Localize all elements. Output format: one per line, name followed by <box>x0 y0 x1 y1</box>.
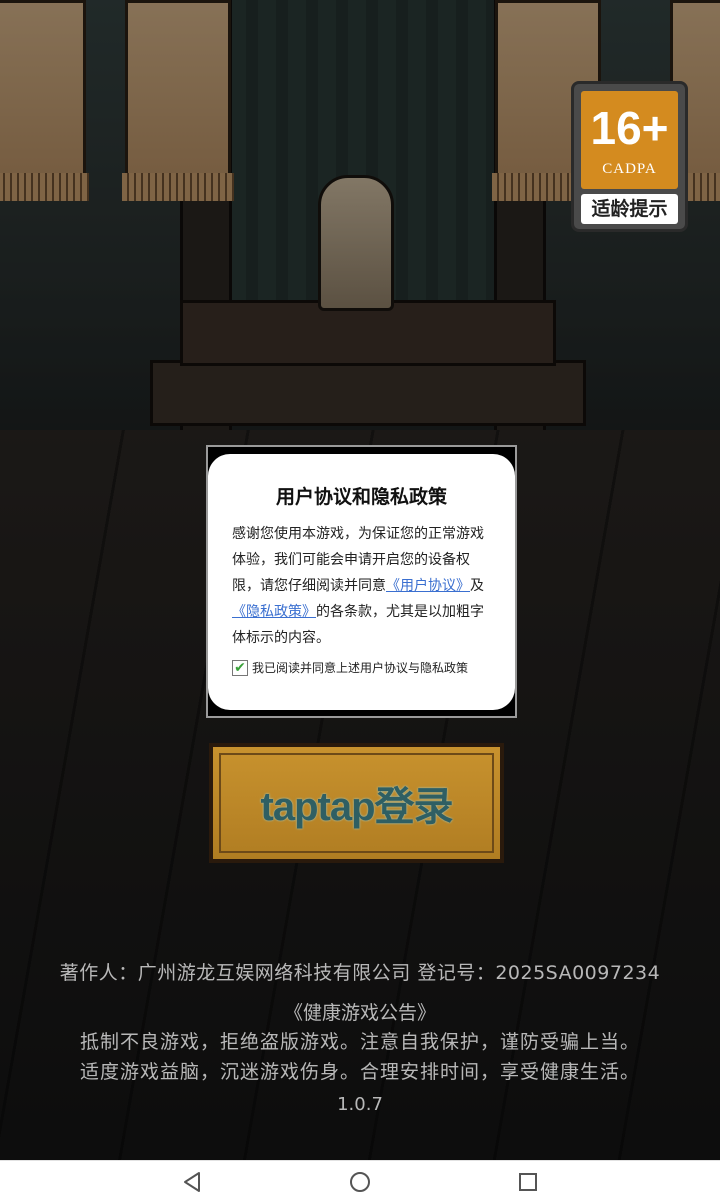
back-triangle-icon <box>184 1172 200 1192</box>
login-button-label: taptap登录 <box>260 785 454 829</box>
age-rating-org: CADPA <box>602 161 657 177</box>
system-navigation-bar <box>0 1160 720 1201</box>
agree-checkbox-label[interactable]: 我已阅读并同意上述用户协议与隐私政策 <box>252 659 468 676</box>
agree-checkbox[interactable]: ✔ <box>232 659 248 676</box>
copyright-credit: 著作人：广州游龙互娱网络科技有限公司 登记号：2025SA0097234 <box>59 962 661 984</box>
agreement-dialog: 用户协议和隐私政策 感谢您使用本游戏，为保证您的正常游戏体验，我们可能会申请开启… <box>208 454 515 710</box>
recent-square-icon <box>519 1173 537 1191</box>
taptap-login-button[interactable]: taptap登录 <box>209 743 504 863</box>
home-circle-icon <box>350 1172 370 1192</box>
health-notice-line-2: 适度游戏益脑，沉迷游戏伤身。合理安排时间，享受健康生活。 <box>79 1061 640 1083</box>
age-rating-label: 适龄提示 <box>581 194 678 224</box>
version-label: 1.0.7 <box>337 1094 383 1115</box>
agree-row[interactable]: ✔ 我已阅读并同意上述用户协议与隐私政策 <box>232 659 491 676</box>
checkmark-icon: ✔ <box>234 659 246 676</box>
dialog-and-text: 及 <box>470 578 484 594</box>
dialog-title: 用户协议和隐私政策 <box>275 486 447 508</box>
home-button[interactable] <box>349 1171 371 1193</box>
privacy-policy-link[interactable]: 《隐私政策》 <box>232 604 316 620</box>
health-notice-title: 《健康游戏公告》 <box>283 1002 436 1024</box>
health-notice-line-1: 抵制不良游戏，拒绝盗版游戏。注意自我保护，谨防受骗上当。 <box>79 1031 640 1053</box>
recent-apps-button[interactable] <box>517 1171 539 1193</box>
back-button[interactable] <box>181 1171 203 1193</box>
dialog-body: 感谢您使用本游戏，为保证您的正常游戏体验，我们可能会申请开启您的设备权限，请您仔… <box>232 521 491 651</box>
age-rating-badge[interactable]: 16+ CADPA 适龄提示 <box>571 81 688 232</box>
user-agreement-link[interactable]: 《用户协议》 <box>386 578 470 594</box>
age-rating-number: 16+ <box>590 102 669 154</box>
age-rating-top: 16+ CADPA <box>581 91 678 189</box>
